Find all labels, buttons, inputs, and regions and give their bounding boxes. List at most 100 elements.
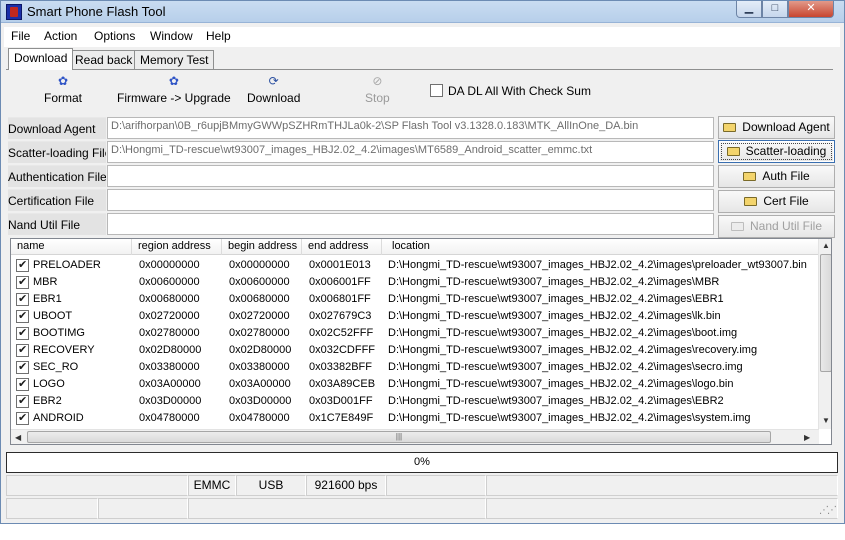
row-checkbox[interactable] — [16, 309, 29, 323]
cell-region: 0x02720000 — [139, 310, 200, 322]
row-checkbox[interactable] — [16, 411, 29, 425]
tab-memory-test[interactable]: Memory Test — [134, 50, 215, 69]
table-row[interactable]: RECOVERY 0x02D80000 0x02D80000 0x032CDFFF D:… — [11, 342, 819, 359]
resize-grip-icon[interactable]: ⋰⋰ — [819, 505, 837, 516]
table-row[interactable]: PRELOADER 0x00000000 0x00000000 0x0001E013 D… — [11, 257, 819, 274]
app-window: Smart Phone Flash Tool ▁ □ ✕ File Action… — [0, 0, 845, 524]
cell-end: 0x03D001FF — [309, 395, 373, 407]
format-button[interactable]: ✿ Format — [44, 74, 82, 105]
table-row[interactable]: ANDROID 0x04780000 0x04780000 0x1C7E849F D:\… — [11, 410, 819, 427]
firmware-upgrade-button[interactable]: ✿ Firmware -> Upgrade — [117, 74, 231, 105]
stop-button[interactable]: ⊘ Stop — [365, 74, 390, 105]
table-row[interactable]: BOOTIMG 0x02780000 0x02780000 0x02C52FFF D:\… — [11, 325, 819, 342]
scatter-field[interactable]: D:\Hongmi_TD-rescue\wt93007_images_HBJ2.… — [107, 141, 714, 163]
table-row[interactable]: SEC_RO 0x03380000 0x03380000 0x03382BFF D:\H… — [11, 359, 819, 376]
table-row[interactable]: UBOOT 0x02720000 0x02720000 0x027679C3 D:\Ho… — [11, 308, 819, 325]
column-header-location[interactable]: location — [382, 239, 819, 255]
cell-region: 0x00680000 — [139, 293, 200, 305]
folder-icon — [744, 197, 758, 206]
table-row[interactable]: MBR 0x00600000 0x00600000 0x006001FF D:\Hong… — [11, 274, 819, 291]
row-checkbox[interactable] — [16, 258, 29, 272]
scatter-loading-button[interactable]: Scatter-loading — [718, 140, 835, 163]
download-agent-label: Download Agent — [8, 117, 106, 139]
scroll-down-icon[interactable]: ▼ — [822, 416, 830, 425]
menu-window[interactable]: Window — [150, 29, 193, 43]
row-checkbox[interactable] — [16, 377, 29, 391]
scroll-left-icon[interactable]: ◀ — [15, 433, 21, 442]
cell-region: 0x00000000 — [139, 259, 200, 271]
horizontal-scrollbar[interactable]: ◀ ||| ▶ — [11, 429, 819, 444]
maximize-button[interactable]: □ — [762, 1, 788, 18]
vertical-scrollbar[interactable]: ▲ ▼ — [818, 239, 831, 429]
menu-file[interactable]: File — [11, 29, 30, 43]
cell-location: D:\Hongmi_TD-rescue\wt93007_images_HBJ2.… — [388, 378, 734, 390]
cell-end: 0x032CDFFF — [309, 344, 376, 356]
da-checksum-checkbox[interactable] — [430, 84, 443, 97]
scroll-right-icon[interactable]: ▶ — [804, 433, 810, 442]
cert-file-button[interactable]: Cert File — [718, 190, 835, 213]
table-row[interactable]: EBR1 0x00680000 0x00680000 0x006801FF D:\Hon… — [11, 291, 819, 308]
column-header-name[interactable]: name — [11, 239, 132, 255]
cell-begin: 0x03380000 — [229, 361, 290, 373]
cert-field[interactable] — [107, 189, 714, 211]
row-checkbox[interactable] — [16, 360, 29, 374]
row-checkbox[interactable] — [16, 326, 29, 340]
download-icon: ⟳ — [268, 74, 279, 88]
column-header-begin[interactable]: begin address — [222, 239, 302, 255]
status-cell-empty — [6, 498, 98, 519]
row-checkbox[interactable] — [16, 343, 29, 357]
cell-region: 0x04780000 — [139, 412, 200, 424]
row-checkbox[interactable] — [16, 394, 29, 408]
tab-read-back[interactable]: Read back — [69, 50, 139, 69]
partition-list[interactable]: name region address begin address end ad… — [10, 238, 832, 445]
close-button[interactable]: ✕ — [788, 1, 834, 18]
cell-region: 0x03D00000 — [139, 395, 202, 407]
firmware-upgrade-label: Firmware -> Upgrade — [117, 91, 231, 105]
cell-begin: 0x00000000 — [229, 259, 290, 271]
format-label: Format — [44, 91, 83, 105]
status-bar: EMMC USB 921600 bps ⋰⋰ — [4, 475, 840, 521]
status-cell-empty — [6, 475, 188, 496]
cell-location: D:\Hongmi_TD-rescue\wt93007_images_HBJ2.… — [388, 412, 751, 424]
table-row[interactable]: LOGO 0x03A00000 0x03A00000 0x03A89CEB D:\Hon… — [11, 376, 819, 393]
auth-file-button[interactable]: Auth File — [718, 165, 835, 188]
download-button[interactable]: ⟳ Download — [247, 74, 300, 105]
cell-location: D:\Hongmi_TD-rescue\wt93007_images_HBJ2.… — [388, 276, 720, 288]
menu-action[interactable]: Action — [44, 29, 77, 43]
download-agent-field[interactable]: D:\arifhorpan\0B_r6upjBMmyGWWpSZHRmTHJLa… — [107, 117, 714, 139]
cell-end: 0x0001E013 — [309, 259, 371, 271]
column-header-region[interactable]: region address — [132, 239, 222, 255]
download-label: Download — [247, 91, 301, 105]
nand-util-file-button[interactable]: Nand Util File — [718, 215, 835, 238]
horizontal-scroll-thumb[interactable]: ||| — [27, 431, 771, 443]
cell-begin: 0x02780000 — [229, 327, 290, 339]
table-row[interactable]: EBR2 0x03D00000 0x03D00000 0x03D001FF D:\Hon… — [11, 393, 819, 410]
row-checkbox[interactable] — [16, 292, 29, 306]
cert-label: Certification File — [8, 189, 106, 211]
cell-name: RECOVERY — [33, 344, 95, 356]
vertical-scroll-thumb[interactable] — [820, 254, 831, 372]
cell-location: D:\Hongmi_TD-rescue\wt93007_images_HBJ2.… — [388, 361, 743, 373]
stop-label: Stop — [365, 91, 390, 105]
window-title: Smart Phone Flash Tool — [27, 4, 166, 19]
folder-icon — [723, 123, 737, 132]
title-bar[interactable]: Smart Phone Flash Tool ▁ □ ✕ — [1, 1, 844, 23]
tab-download[interactable]: Download — [8, 48, 74, 70]
cell-begin: 0x00600000 — [229, 276, 290, 288]
scroll-up-icon[interactable]: ▲ — [822, 241, 830, 250]
download-agent-button[interactable]: Download Agent — [718, 116, 835, 139]
menu-help[interactable]: Help — [206, 29, 231, 43]
minimize-button[interactable]: ▁ — [736, 1, 762, 18]
download-agent-button-label: Download Agent — [742, 120, 830, 134]
scatter-loading-button-label: Scatter-loading — [745, 144, 827, 158]
menu-options[interactable]: Options — [94, 29, 135, 43]
cell-region: 0x02780000 — [139, 327, 200, 339]
nand-field[interactable] — [107, 213, 714, 235]
row-checkbox[interactable] — [16, 275, 29, 289]
cell-begin: 0x02720000 — [229, 310, 290, 322]
cell-end: 0x027679C3 — [309, 310, 372, 322]
column-header-end[interactable]: end address — [302, 239, 382, 255]
auth-field[interactable] — [107, 165, 714, 187]
cell-region: 0x03380000 — [139, 361, 200, 373]
status-baud: 921600 bps — [306, 475, 386, 496]
